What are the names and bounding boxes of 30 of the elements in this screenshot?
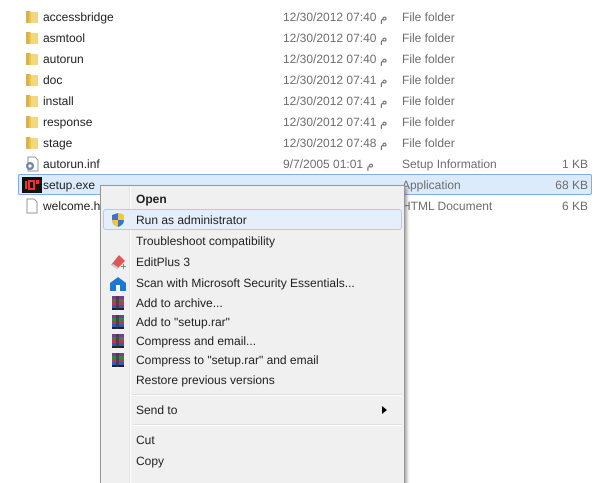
file-name: setup.exe (43, 178, 96, 192)
file-name: asmtool (43, 30, 86, 44)
file-type: File folder (402, 134, 456, 152)
date-modified: 12/30/2012 07:41 م (283, 114, 387, 128)
date-modified: 12/30/2012 07:40 م (283, 52, 387, 66)
file-type: File folder (402, 72, 456, 88)
file-name: accessbridge (43, 10, 114, 24)
date-modified: 12/30/2012 07:40 م (283, 10, 387, 24)
file-name: install (43, 94, 74, 108)
file-type: File folder (402, 8, 456, 26)
date-modified: 12/30/2012 07:40 م (283, 30, 387, 44)
file-type: File folder (402, 92, 456, 110)
file-size: 1 KB (562, 156, 588, 170)
file-name: autorun (43, 52, 84, 66)
file-type: Application (402, 176, 462, 194)
file-name: welcome.h (43, 198, 100, 212)
file-size: 68 KB (555, 178, 588, 192)
date-modified: 12/30/2012 07:41 م (283, 94, 387, 108)
date-modified: 9/7/2005 01:01 م (283, 156, 374, 170)
file-name: stage (43, 136, 72, 150)
file-size: 6 KB (562, 198, 588, 212)
file-name: response (43, 114, 92, 128)
date-modified: 12/30/2012 07:48 م (283, 136, 387, 150)
file-type: File folder (402, 30, 456, 46)
file-type: File folder (402, 50, 456, 68)
file-name: autorun.inf (43, 156, 100, 170)
file-type: File folder (402, 114, 456, 130)
file-type: Setup Information (402, 156, 498, 172)
date-modified: 12/30/2012 07:41 م (283, 72, 387, 86)
file-name: doc (43, 72, 62, 86)
